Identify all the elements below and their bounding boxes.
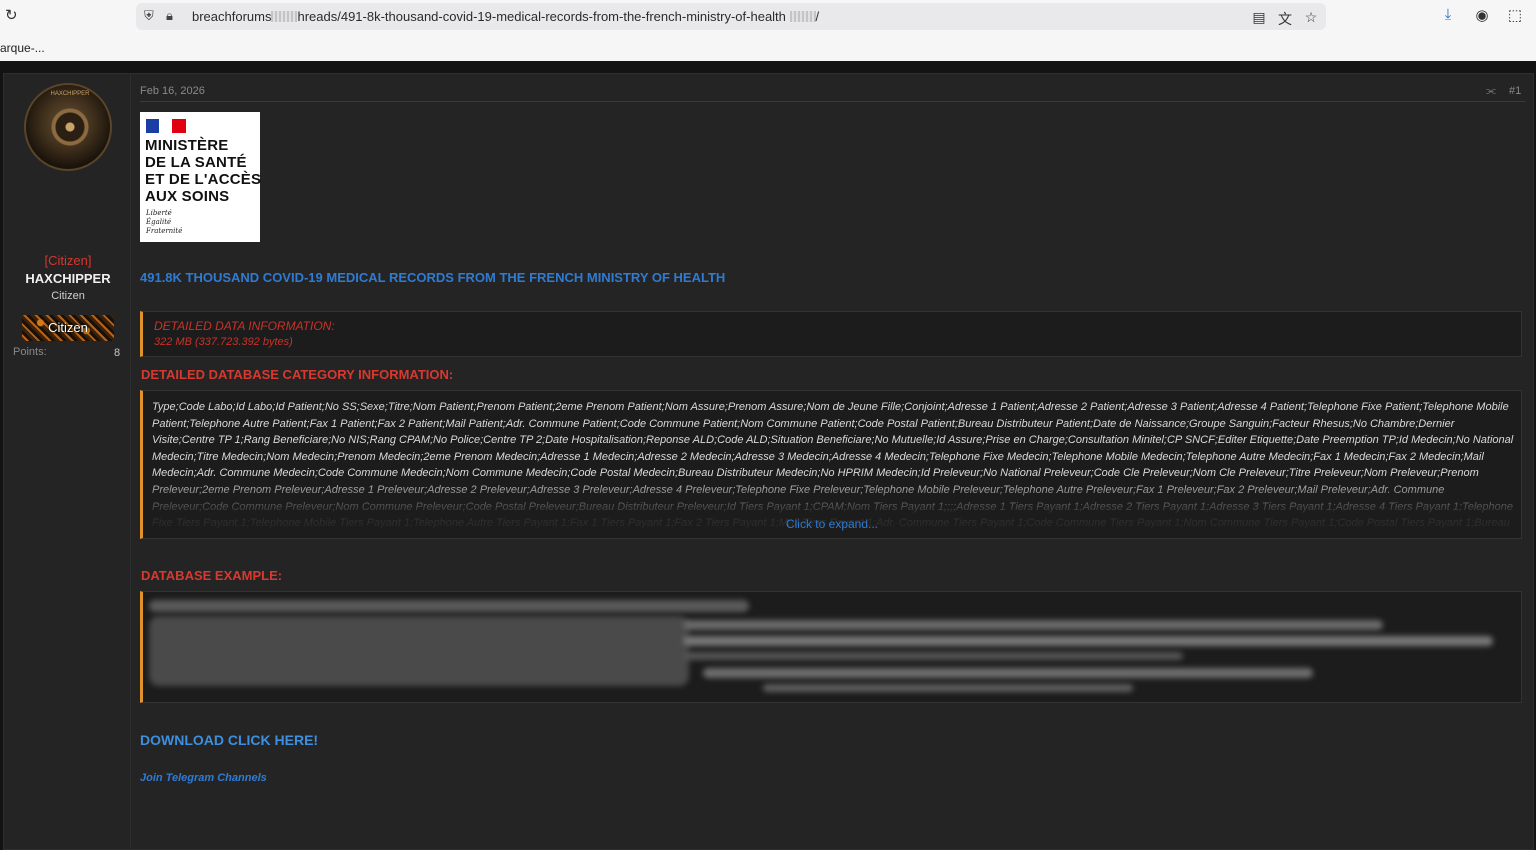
- url-text[interactable]: breachforums hreads/491-8k-thousand-covid…: [192, 9, 819, 24]
- browser-toolbar: ↻ ⛨ 🔒︎ breachforums hreads/491-8k-thousan…: [0, 0, 1536, 61]
- address-bar[interactable]: ⛨ 🔒︎ breachforums hreads/491-8k-thousand-…: [136, 3, 1326, 30]
- user-rank: [Citizen]: [44, 253, 92, 268]
- redacted-blur: [271, 11, 298, 22]
- reload-icon[interactable]: ↻: [5, 6, 23, 26]
- points-label: Points:: [13, 346, 47, 358]
- post-number[interactable]: #1: [1509, 85, 1521, 97]
- french-flag-icon: [146, 119, 186, 133]
- expand-link[interactable]: Click to expand...: [143, 517, 1521, 531]
- points-value: 8: [114, 347, 121, 359]
- owl-emblem: [50, 107, 90, 147]
- post-title: 491.8K THOUSAND COVID-19 MEDICAL RECORDS…: [140, 270, 726, 285]
- divider: [140, 101, 1525, 102]
- user-badge: Citizen: [22, 315, 114, 341]
- share-icon[interactable]: ⫘: [1486, 85, 1496, 98]
- category-heading: DETAILED DATABASE CATEGORY INFORMATION:: [141, 367, 454, 382]
- forum-page: HAXCHIPPER [Citizen] HAXCHIPPER Citizen …: [0, 61, 1536, 850]
- account-icon[interactable]: ◉: [1472, 6, 1492, 24]
- bookmark-item[interactable]: arque-...: [0, 41, 45, 55]
- translate-icon[interactable]: 文: [1276, 9, 1294, 29]
- avatar[interactable]: HAXCHIPPER: [24, 83, 112, 171]
- user-sidebar: HAXCHIPPER [Citizen] HAXCHIPPER Citizen …: [3, 73, 131, 850]
- user-title: Citizen: [51, 290, 85, 302]
- post-date[interactable]: Feb 16, 2026: [140, 85, 205, 97]
- lock-icon[interactable]: 🔒︎: [166, 8, 180, 25]
- example-heading: DATABASE EXAMPLE:: [141, 568, 283, 583]
- username[interactable]: HAXCHIPPER: [4, 271, 132, 286]
- data-info-size: 322 MB (337.723.392 bytes): [154, 336, 293, 348]
- download-link[interactable]: DOWNLOAD CLICK HERE!: [140, 732, 318, 748]
- database-example-redacted: [140, 591, 1522, 703]
- bookmark-star-icon[interactable]: ☆: [1302, 9, 1320, 26]
- reader-view-icon[interactable]: ▤: [1250, 9, 1268, 26]
- shield-icon[interactable]: ⛨: [144, 8, 158, 25]
- telegram-link[interactable]: Join Telegram Channels: [140, 772, 267, 784]
- redacted-blur: [789, 11, 816, 22]
- category-quote: Type;Code Labo;Id Labo;Id Patient;No SS;…: [140, 390, 1522, 539]
- ministry-logo: MINISTÈRE DE LA SANTÉ ET DE L'ACCÈS AUX …: [140, 112, 261, 242]
- post-body: Feb 16, 2026 ⫘ #1 MINISTÈRE DE LA SANTÉ …: [131, 73, 1534, 850]
- data-info-quote: DETAILED DATA INFORMATION: 322 MB (337.7…: [140, 311, 1522, 357]
- download-icon[interactable]: ⤓: [1438, 6, 1458, 23]
- data-info-heading: DETAILED DATA INFORMATION:: [154, 319, 335, 333]
- extensions-icon[interactable]: ⬚: [1505, 6, 1525, 24]
